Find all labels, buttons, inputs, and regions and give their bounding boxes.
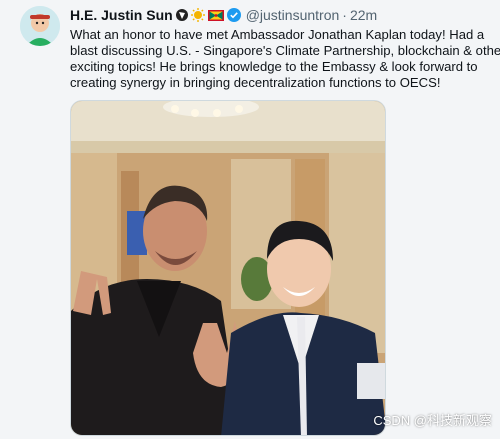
tweet-card[interactable]: H.E. Justin Sun @justinsuntron · 22m Wha…	[0, 0, 500, 439]
avatar[interactable]	[20, 6, 60, 46]
tweet-text-line: creating synergy in bringing decentraliz…	[70, 75, 441, 90]
tweet-timestamp[interactable]: 22m	[350, 7, 377, 23]
separator-dot: ·	[342, 7, 347, 23]
tweet-text-line: blast discussing U.S. - Singapore's Clim…	[70, 43, 500, 58]
tweet-header: H.E. Justin Sun @justinsuntron · 22m	[70, 6, 377, 24]
tron-badge-icon	[175, 9, 188, 21]
user-handle[interactable]: @justinsuntron	[246, 7, 340, 23]
sun-emoji-icon	[190, 8, 205, 22]
tweet-text: What an honor to have met Ambassador Jon…	[70, 27, 500, 91]
grenada-flag-icon	[207, 9, 224, 21]
watermark: CSDN @科技新观察	[373, 413, 492, 428]
display-name[interactable]: H.E. Justin Sun	[70, 7, 173, 23]
tweet-text-line: exciting topics! He brings knowledge to …	[70, 59, 478, 74]
verified-badge-icon	[226, 8, 241, 22]
tweet-photo[interactable]	[70, 100, 386, 436]
tweet-text-line: What an honor to have met Ambassador Jon…	[70, 27, 485, 42]
